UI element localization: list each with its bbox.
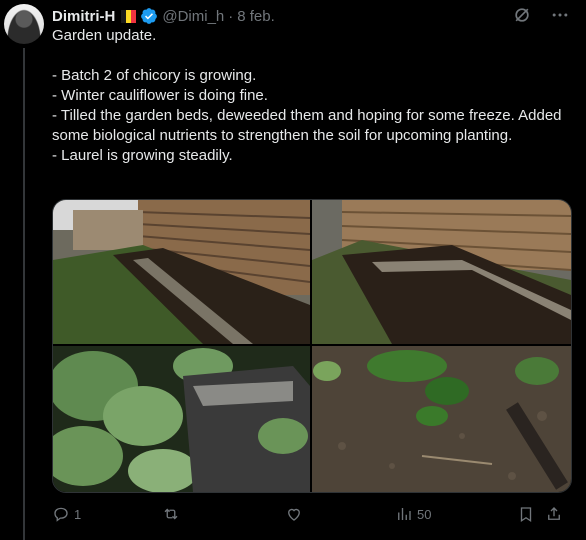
thread-line xyxy=(23,48,25,540)
share-button[interactable] xyxy=(545,505,569,523)
more-icon[interactable] xyxy=(550,5,570,25)
like-button[interactable] xyxy=(285,505,395,523)
bookmark-button[interactable] xyxy=(517,505,545,523)
views-button[interactable]: 50 xyxy=(395,505,517,523)
belgium-flag-icon xyxy=(121,9,137,23)
reply-count: 1 xyxy=(74,506,82,522)
verified-badge-icon xyxy=(141,8,158,24)
media-grid xyxy=(52,199,572,493)
garden-beds-photo-1[interactable] xyxy=(53,200,310,344)
repost-button[interactable] xyxy=(162,505,285,523)
grok-icon[interactable] xyxy=(512,5,532,25)
reply-icon xyxy=(54,507,68,522)
author-handle[interactable]: @Dimi_h xyxy=(162,8,224,25)
post-header: Dimitri-H @Dimi_h · 8 feb. xyxy=(52,5,576,27)
like-icon xyxy=(288,508,300,521)
author-name[interactable]: Dimitri-H xyxy=(52,8,115,25)
avatar[interactable] xyxy=(4,4,44,44)
reply-button[interactable]: 1 xyxy=(52,505,162,523)
separator-dot: · xyxy=(228,7,234,25)
action-bar: 1 50 xyxy=(52,502,574,526)
post-date[interactable]: 8 feb. xyxy=(237,8,275,25)
bookmark-icon xyxy=(520,507,532,523)
laurel-photo[interactable] xyxy=(312,346,571,492)
post-text: Garden update. - Batch 2 of chicory is g… xyxy=(52,27,562,164)
share-icon xyxy=(548,507,560,520)
repost-icon xyxy=(164,508,178,520)
views-count: 50 xyxy=(417,506,432,522)
views-icon xyxy=(398,508,411,520)
cauliflower-photo[interactable] xyxy=(53,346,310,492)
garden-beds-photo-2[interactable] xyxy=(312,200,571,344)
